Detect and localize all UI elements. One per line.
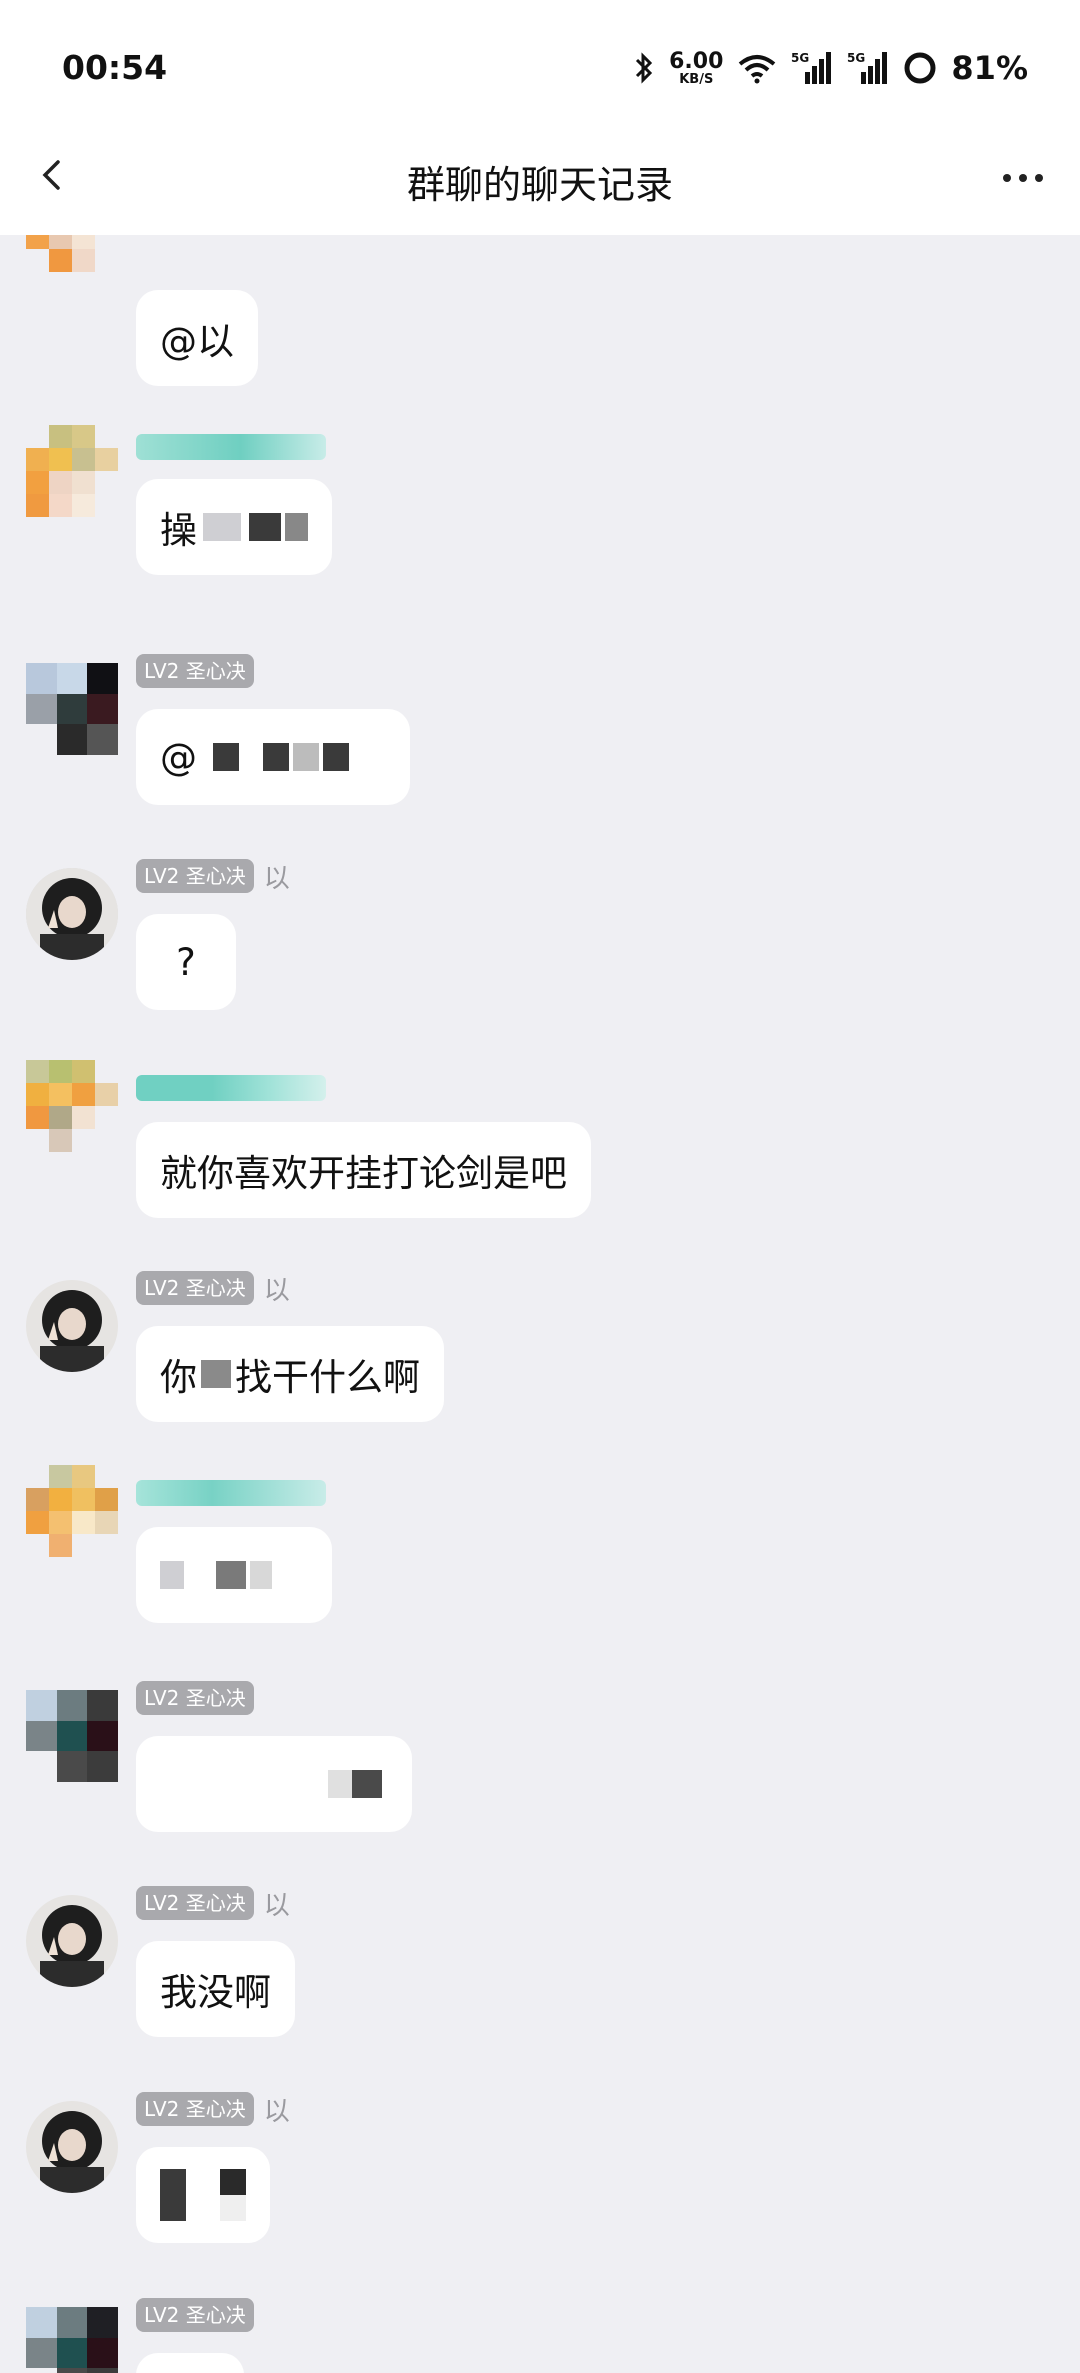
battery-percent: 81% xyxy=(951,49,1028,87)
sender-nickname: 以 xyxy=(263,1890,290,1921)
sender-meta xyxy=(136,429,326,465)
message-bubble[interactable]: 我没啊 xyxy=(136,1941,295,2037)
sender-meta: LV2 圣心决 以 xyxy=(136,1270,290,1306)
message-bubble[interactable]: 就你喜欢开挂打论剑是吧 xyxy=(136,1122,591,1218)
avatar[interactable] xyxy=(26,235,118,272)
network-speed: 6.00 KB/S xyxy=(669,48,724,87)
nickname-redacted xyxy=(136,1480,326,1506)
sender-meta: LV2 圣心决 xyxy=(136,2297,254,2333)
list-item: LV2 圣心决 以 xyxy=(0,2091,1080,2261)
signal-5g-icon-2: 5G xyxy=(847,51,888,84)
message-text: ? xyxy=(176,940,196,984)
list-item: LV2 圣心决 以 你 找干什么啊 xyxy=(0,1270,1080,1440)
status-icons: 6.00 KB/S 5G 5G 81% xyxy=(633,46,1028,90)
message-text: 就你喜欢开挂打论剑是吧 xyxy=(160,1152,567,1195)
message-text: 你 xyxy=(160,1356,197,1399)
nickname-redacted xyxy=(136,1075,326,1101)
sender-meta: LV2 圣心决 xyxy=(136,1680,254,1716)
status-time: 00:54 xyxy=(62,48,168,87)
more-dots-icon[interactable] xyxy=(998,158,1048,198)
nav-bar: 群聊的聊天记录 xyxy=(0,140,1080,235)
message-bubble[interactable]: @以 xyxy=(136,290,258,386)
message-bubble[interactable]: 操 xyxy=(136,479,332,575)
level-badge: LV2 圣心决 xyxy=(136,1681,254,1715)
message-bubble[interactable] xyxy=(136,2147,270,2243)
avatar[interactable] xyxy=(26,1690,118,1782)
list-item: LV2 圣心决 @ xyxy=(0,653,1080,823)
speed-unit: KB/S xyxy=(679,71,714,87)
avatar[interactable] xyxy=(26,663,118,755)
avatar[interactable] xyxy=(26,425,118,517)
message-bubble[interactable]: @ xyxy=(136,709,410,805)
svg-text:5G: 5G xyxy=(847,51,865,65)
level-badge: LV2 圣心决 xyxy=(136,1271,254,1305)
level-badge: LV2 圣心决 xyxy=(136,859,254,893)
list-item: 就你喜欢开挂打论剑是吧 xyxy=(0,1050,1080,1230)
level-badge: LV2 圣心决 xyxy=(136,1886,254,1920)
avatar[interactable] xyxy=(26,1280,118,1372)
battery-ring-icon xyxy=(904,52,936,84)
level-badge: LV2 圣心决 xyxy=(136,654,254,688)
message-text-cont: 找干什么啊 xyxy=(235,1356,420,1399)
list-item: @以 xyxy=(0,235,1080,390)
list-item: LV2 圣心决 以 ? xyxy=(0,858,1080,1028)
list-item xyxy=(0,1455,1080,1635)
sender-nickname: 以 xyxy=(263,1275,290,1306)
svg-text:5G: 5G xyxy=(791,51,809,65)
avatar[interactable] xyxy=(26,2101,118,2193)
signal-5g-icon: 5G xyxy=(791,51,832,84)
sender-meta: LV2 圣心决 以 xyxy=(136,858,290,894)
list-item: 操 xyxy=(0,425,1080,595)
chat-record-list[interactable]: @以 操 LV2 圣心决 @ LV2 圣心决 以 ? 就你喜欢开挂打论剑是吧 L… xyxy=(0,235,1080,2373)
nickname-redacted xyxy=(136,434,326,460)
sender-meta xyxy=(136,1475,326,1511)
status-bar: 00:54 6.00 KB/S 5G 5G 81% xyxy=(0,0,1080,140)
wifi-icon xyxy=(739,55,776,84)
avatar[interactable] xyxy=(26,1465,118,1557)
avatar[interactable] xyxy=(26,1895,118,1987)
sender-nickname: 以 xyxy=(263,863,290,894)
message-text: @ xyxy=(160,735,197,779)
message-bubble[interactable] xyxy=(136,2353,244,2373)
list-item: LV2 圣心决 xyxy=(0,2297,1080,2373)
message-text: 我没啊 xyxy=(160,1971,271,2014)
sender-meta: LV2 圣心决 以 xyxy=(136,2091,290,2127)
avatar[interactable] xyxy=(26,2307,118,2373)
message-bubble[interactable] xyxy=(136,1527,332,1623)
avatar[interactable] xyxy=(26,868,118,960)
sender-meta: LV2 圣心决 xyxy=(136,653,254,689)
avatar[interactable] xyxy=(26,1060,118,1152)
sender-nickname: 以 xyxy=(263,2096,290,2127)
list-item: LV2 圣心决 以 我没啊 xyxy=(0,1885,1080,2055)
message-text: @以 xyxy=(160,320,234,363)
sender-meta xyxy=(136,1070,326,1106)
speed-value: 6.00 xyxy=(669,48,724,74)
message-text: 操 xyxy=(160,509,197,552)
message-bubble[interactable]: 你 找干什么啊 xyxy=(136,1326,444,1422)
level-badge: LV2 圣心决 xyxy=(136,2092,254,2126)
page-title: 群聊的聊天记录 xyxy=(406,163,673,207)
sender-meta: LV2 圣心决 以 xyxy=(136,1885,290,1921)
list-item: LV2 圣心决 xyxy=(0,1680,1080,1850)
bluetooth-icon xyxy=(636,52,653,84)
message-bubble[interactable]: ? xyxy=(136,914,236,1010)
level-badge: LV2 圣心决 xyxy=(136,2298,254,2332)
message-bubble[interactable] xyxy=(136,1736,412,1832)
